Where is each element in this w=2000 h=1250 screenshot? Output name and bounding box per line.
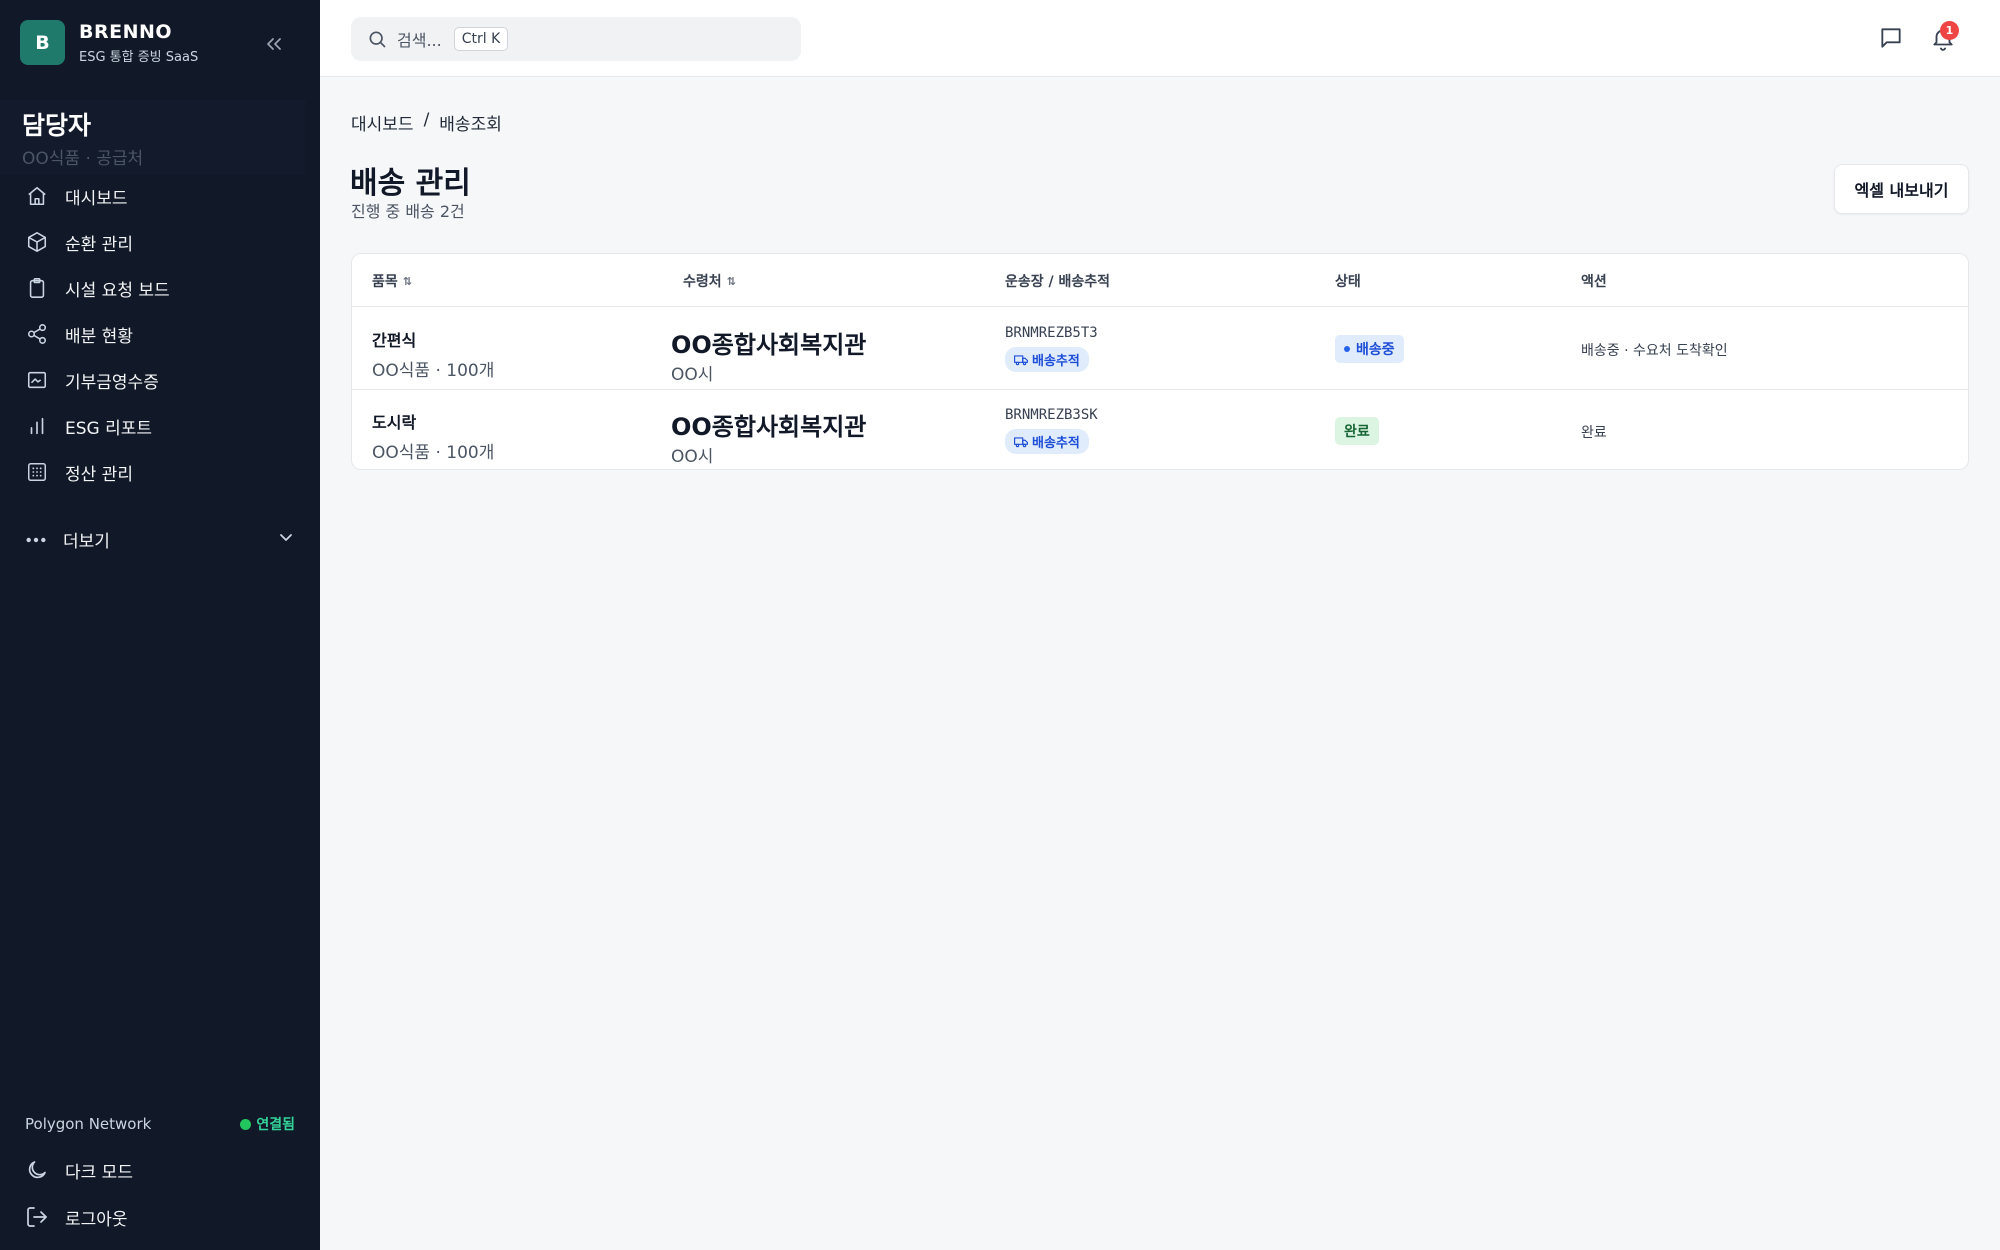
topbar: 검색... Ctrl K 1	[320, 0, 2000, 77]
user-org: OO식품 · 공급처	[22, 149, 144, 169]
user-profile: 담당자 OO식품 · 공급처	[0, 100, 306, 175]
recipient-name: OO종합사회복지관	[671, 331, 867, 359]
truck-icon	[1014, 353, 1028, 367]
row-action-text: 완료	[1581, 425, 1607, 441]
search-icon	[367, 29, 387, 49]
sidebar-more-label: 더보기	[63, 531, 110, 552]
export-excel-button[interactable]: 엑셀 내보내기	[1834, 164, 1969, 214]
item-meta: OO식품 · 100개	[372, 361, 495, 381]
column-header-item[interactable]: 품목 ⇅	[372, 271, 412, 291]
sidebar-item-label: 시설 요청 보드	[65, 280, 170, 301]
sidebar-item-label: 대시보드	[65, 188, 128, 209]
sort-icon: ⇅	[402, 274, 412, 288]
table-row[interactable]: 도시락 OO식품 · 100개 OO종합사회복지관 OO시 BRNMREZB3S…	[352, 389, 1968, 469]
network-status-badge: 연결됨	[240, 1114, 295, 1134]
receipt-icon	[25, 368, 49, 392]
breadcrumb-current: 배송조회	[439, 115, 502, 135]
recipient-city: OO시	[671, 365, 714, 385]
user-name: 담당자	[22, 111, 92, 140]
column-header-label: 수령처	[683, 274, 722, 290]
sidebar-item-label: 정산 관리	[65, 464, 133, 485]
waybill-number: BRNMREZB3SK	[1005, 407, 1098, 423]
sidebar-nav: 대시보드 순환 관리 시설 요청 보드 배분 현황 기부금영수증 ESG 리포트…	[0, 173, 320, 495]
breadcrumb: 대시보드 / 배송조회	[351, 110, 502, 135]
item-name: 도시락	[372, 413, 417, 432]
column-header-action: 액션	[1581, 274, 1607, 290]
truck-icon	[1014, 435, 1028, 449]
search-input[interactable]: 검색... Ctrl K	[351, 17, 801, 61]
network-status-row: Polygon Network 연결됨	[25, 1114, 295, 1134]
row-action-text[interactable]: 배송중 · 수요처 도착확인	[1581, 340, 1728, 360]
shipments-table: 품목 ⇅ 수령처 ⇅ 운송장 / 배송추적 상태 액션 간편식 OO식품 · 100…	[351, 253, 1969, 470]
status-badge: 완료	[1335, 417, 1379, 445]
sidebar-item-label: 기부금영수증	[65, 372, 159, 393]
dark-mode-label: 다크 모드	[65, 1162, 133, 1183]
message-icon[interactable]	[1878, 25, 1904, 51]
logout-button[interactable]: 로그아웃	[25, 1197, 295, 1237]
sidebar-item-settlement[interactable]: 정산 관리	[0, 449, 320, 495]
sidebar-item-circulation[interactable]: 순환 관리	[0, 219, 320, 265]
track-shipment-label: 배송추적	[1032, 436, 1080, 451]
home-icon	[25, 184, 49, 208]
clipboard-icon	[25, 276, 49, 300]
waybill-number: BRNMREZB5T3	[1005, 325, 1098, 341]
status-text: 배송중	[1356, 342, 1395, 358]
calculator-icon	[25, 460, 49, 484]
sidebar-item-label: 배분 현황	[65, 326, 133, 347]
table-row[interactable]: 간편식 OO식품 · 100개 OO종합사회복지관 OO시 BRNMREZB5T…	[352, 308, 1968, 389]
table-header: 품목 ⇅ 수령처 ⇅ 운송장 / 배송추적 상태 액션	[352, 254, 1968, 307]
breadcrumb-root-link[interactable]: 대시보드	[351, 110, 414, 135]
status-dot-icon	[1344, 346, 1350, 352]
page-subtitle: 진행 중 배송 2건	[351, 202, 465, 221]
sidebar-item-label: 순환 관리	[65, 234, 133, 255]
sidebar-item-dashboard[interactable]: 대시보드	[0, 173, 320, 219]
item-meta: OO식품 · 100개	[372, 443, 495, 463]
column-header-waybill: 운송장 / 배송추적	[1005, 274, 1111, 290]
sidebar-item-label: ESG 리포트	[65, 418, 153, 439]
network-status-text: 연결됨	[256, 1117, 295, 1133]
column-header-recipient[interactable]: 수령처 ⇅	[683, 271, 736, 291]
track-shipment-button[interactable]: 배송추적	[1005, 429, 1089, 454]
status-dot-icon	[240, 1118, 252, 1130]
sidebar: B BRENNO ESG 통합 증빙 SaaS 담당자 OO식품 · 공급처 대…	[0, 0, 320, 1250]
collapse-sidebar-icon[interactable]	[262, 32, 286, 56]
search-shortcut-hint: Ctrl K	[453, 27, 509, 51]
brand-subtitle: ESG 통합 증빙 SaaS	[79, 49, 199, 65]
sort-icon: ⇅	[726, 274, 736, 288]
sidebar-item-esg-report[interactable]: ESG 리포트	[0, 403, 320, 449]
notification-count-badge: 1	[1940, 21, 1959, 40]
bar-chart-icon	[25, 414, 49, 438]
column-header-label: 품목	[372, 274, 398, 290]
page-title: 배송 관리	[350, 166, 471, 201]
sidebar-item-distribution[interactable]: 배분 현황	[0, 311, 320, 357]
brand: B BRENNO ESG 통합 증빙 SaaS	[20, 20, 198, 65]
share-icon	[25, 322, 49, 346]
brand-logo: B	[20, 20, 65, 65]
item-name: 간편식	[372, 331, 417, 350]
recipient-name: OO종합사회복지관	[671, 413, 867, 441]
track-shipment-button[interactable]: 배송추적	[1005, 347, 1089, 372]
sidebar-item-facility-requests[interactable]: 시설 요청 보드	[0, 265, 320, 311]
column-header-status: 상태	[1335, 274, 1361, 290]
track-shipment-label: 배송추적	[1032, 354, 1080, 369]
chevron-down-icon	[278, 529, 294, 545]
moon-icon	[25, 1158, 49, 1182]
brand-name: BRENNO	[79, 20, 173, 43]
network-label: Polygon Network	[25, 1115, 152, 1133]
recipient-city: OO시	[671, 447, 714, 467]
sidebar-item-donation-receipt[interactable]: 기부금영수증	[0, 357, 320, 403]
logout-icon	[25, 1205, 49, 1229]
status-badge: 배송중	[1335, 335, 1404, 363]
logout-label: 로그아웃	[65, 1209, 128, 1230]
dark-mode-toggle[interactable]: 다크 모드	[25, 1150, 295, 1190]
sidebar-more-toggle[interactable]: 더보기	[0, 516, 320, 562]
more-dots-icon	[25, 529, 47, 549]
box-icon	[25, 230, 49, 254]
search-placeholder: 검색...	[397, 31, 442, 50]
breadcrumb-separator: /	[423, 110, 430, 130]
